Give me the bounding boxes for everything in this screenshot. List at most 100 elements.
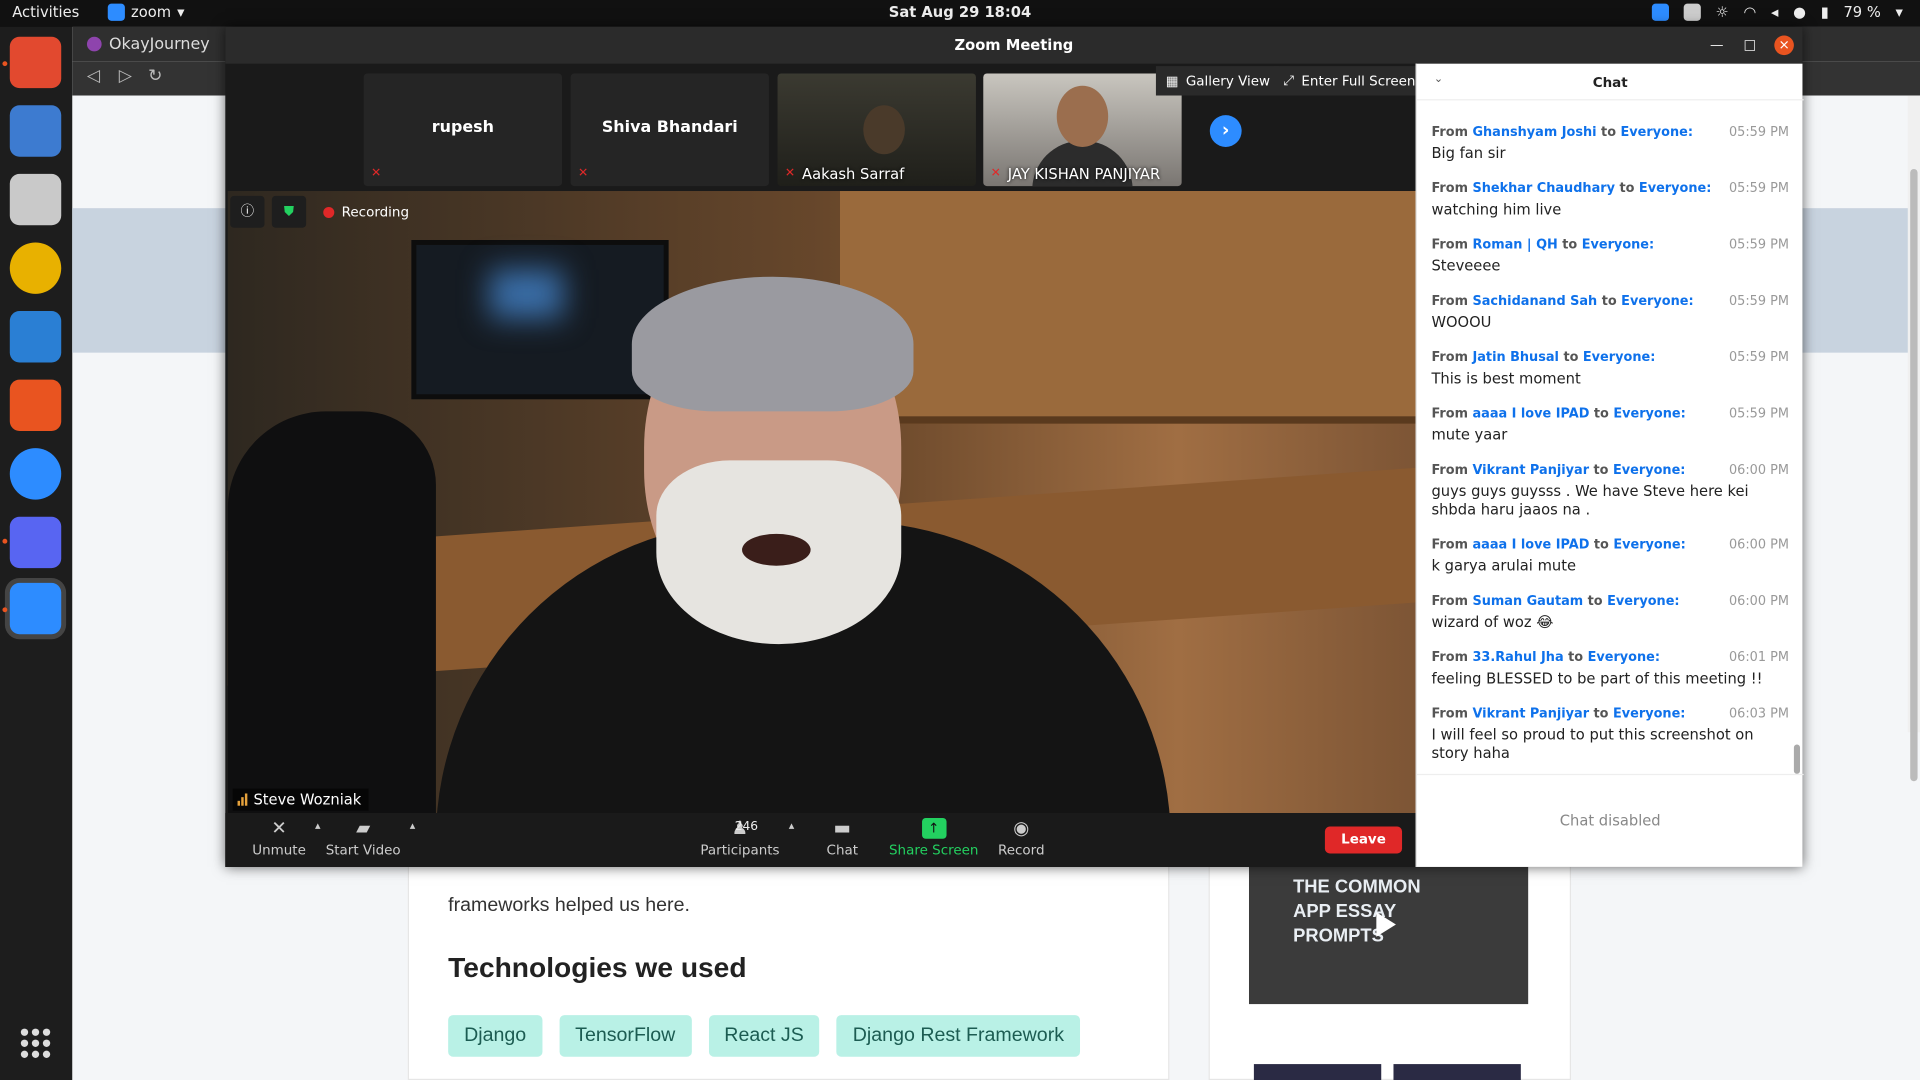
microphone-icon[interactable]: ● <box>1793 4 1806 21</box>
wifi-icon[interactable]: ◠ <box>1744 4 1757 21</box>
chat-sender[interactable]: Ghanshyam Joshi <box>1472 125 1596 140</box>
close-icon[interactable]: × <box>1774 35 1794 56</box>
discord-icon[interactable] <box>9 516 62 569</box>
tag-django[interactable]: Django <box>448 1015 543 1057</box>
tag-react-js[interactable]: React JS <box>708 1015 820 1057</box>
chat-sender[interactable]: aaaa I love IPAD <box>1472 538 1589 553</box>
participant-video-thumbnail[interactable]: ✕ Aakash Sarraf <box>777 73 976 187</box>
chat-sender[interactable]: Sachidanand Sah <box>1472 294 1597 309</box>
share-screen-button[interactable]: ↑ Share Screen <box>889 817 978 858</box>
chevron-up-icon[interactable]: ▴ <box>410 820 416 832</box>
zoom-meeting-window: Zoom Meeting — □ × rupesh ✕ Shiva Bhanda… <box>225 26 1804 867</box>
tag-django-rest-framework[interactable]: Django Rest Framework <box>836 1015 1080 1057</box>
minimize-icon[interactable]: — <box>1707 36 1727 56</box>
help-icon[interactable] <box>9 448 62 500</box>
chat-timestamp: 05:59 PM <box>1728 293 1789 309</box>
brightness-icon[interactable]: ☼ <box>1716 4 1729 21</box>
running-indicator <box>2 538 8 544</box>
related-thumbnail[interactable] <box>1253 1064 1382 1080</box>
page-scrollbar-thumb[interactable] <box>1910 168 1918 782</box>
chat-timestamp: 05:59 PM <box>1728 237 1789 253</box>
video-off-icon: ▰ <box>356 816 371 839</box>
site-favicon <box>86 36 102 52</box>
maximize-icon[interactable]: □ <box>1740 36 1760 56</box>
browser-tab[interactable]: OkayJourney <box>80 29 227 58</box>
chat-from-label: From <box>1431 124 1468 140</box>
back-icon[interactable]: ◁ <box>87 66 100 86</box>
writer-icon[interactable] <box>9 311 62 363</box>
participant-name: JAY KISHAN PANJIYAR <box>1007 165 1161 183</box>
chat-sender[interactable]: Roman | QH <box>1472 238 1557 253</box>
brave-browser-icon[interactable] <box>9 36 62 89</box>
participant-name: Shiva Bhandari <box>601 118 738 138</box>
discord-tray-icon[interactable] <box>1683 3 1701 21</box>
project-description: frameworks helped us here. <box>448 895 690 916</box>
forward-icon[interactable]: ▷ <box>119 66 132 86</box>
video-thumbnail[interactable]: THE COMMON APP ESSAY PROMPTS <box>1248 863 1529 1005</box>
participant-video-thumbnail[interactable]: ✕ JAY KISHAN PANJIYAR <box>983 73 1182 187</box>
thunderbird-icon[interactable] <box>9 105 62 157</box>
participant-thumbnail[interactable]: rupesh ✕ <box>363 73 563 187</box>
chat-message-text: This is best moment <box>1431 369 1581 387</box>
chat-messages[interactable]: From Ghanshyam Joshi to Everyone: 05:59 P… <box>1417 103 1797 774</box>
chat-message: From Vikrant Panjiyar to Everyone: 06:00 … <box>1431 463 1789 519</box>
software-center-icon[interactable] <box>9 379 62 432</box>
chevron-up-icon[interactable]: ▴ <box>315 820 321 832</box>
chat-to-label: to <box>1601 293 1617 309</box>
chat-scrollbar-thumb[interactable] <box>1793 744 1801 774</box>
page-scrollbar[interactable] <box>1907 95 1920 782</box>
running-indicator <box>2 61 8 67</box>
chat-message-text: watching him live <box>1431 200 1562 218</box>
chat-message: From 33.Rahul Jha to Everyone: 06:01 PM fe… <box>1431 650 1789 688</box>
power-menu-icon[interactable]: ▾ <box>1895 4 1902 21</box>
chat-message-text: I will feel so proud to put this screens… <box>1431 726 1754 762</box>
chat-to-label: to <box>1593 406 1609 422</box>
gallery-view-button[interactable]: ▦ Gallery View <box>1155 66 1280 96</box>
active-speaker-video[interactable]: Steve Wozniak <box>227 191 1416 814</box>
chat-sender[interactable]: Shekhar Chaudhary <box>1472 181 1615 196</box>
chevron-up-icon[interactable]: ▴ <box>789 820 795 832</box>
volume-icon[interactable]: ◂ <box>1771 4 1778 21</box>
battery-icon[interactable]: ▮ <box>1821 4 1829 21</box>
speaker-figure <box>742 533 811 566</box>
chat-sender[interactable]: Vikrant Panjiyar <box>1472 463 1589 478</box>
record-button[interactable]: ◉ Record <box>998 817 1045 858</box>
chat-sender[interactable]: Vikrant Panjiyar <box>1472 707 1589 722</box>
system-tray[interactable]: ☼ ◠ ◂ ● ▮ 79 % ▾ <box>1651 3 1903 21</box>
chat-message-text: k garya arulai mute <box>1431 557 1577 575</box>
zoom-dock-icon[interactable] <box>9 582 62 635</box>
gallery-view-label: Gallery View <box>1185 72 1271 89</box>
tag-tensorflow[interactable]: TensorFlow <box>559 1015 692 1057</box>
battery-level: 79 % <box>1843 3 1881 21</box>
rhythmbox-icon[interactable] <box>9 242 62 294</box>
chat-timestamp: 06:00 PM <box>1728 537 1789 553</box>
chat-sender[interactable]: Jatin Bhusal <box>1472 350 1558 365</box>
zoom-tray-icon[interactable] <box>1651 3 1670 21</box>
files-icon[interactable] <box>9 173 62 226</box>
chat-sender[interactable]: 33.Rahul Jha <box>1472 650 1563 665</box>
leave-button[interactable]: Leave <box>1324 826 1403 854</box>
system-clock[interactable]: Sat Aug 29 18:04 <box>0 4 1920 21</box>
chat-recipient: Everyone: <box>1620 124 1693 140</box>
chat-sender[interactable]: aaaa I love IPAD <box>1472 407 1589 422</box>
reload-icon[interactable]: ↻ <box>148 66 162 86</box>
participants-button[interactable]: ♟ 246 Participants ▴ <box>700 817 794 858</box>
info-icon[interactable]: ⓘ <box>230 195 265 228</box>
chat-timestamp: 06:01 PM <box>1728 650 1789 665</box>
next-page-arrow-icon[interactable]: › <box>1209 115 1242 147</box>
chat-recipient: Everyone: <box>1613 406 1686 422</box>
full-screen-button[interactable]: ⤢ Enter Full Screen <box>1273 66 1426 96</box>
chat-message: From Vikrant Panjiyar to Everyone: 06:03 … <box>1431 707 1789 763</box>
chat-button[interactable]: ▬ Chat <box>827 817 858 858</box>
shield-icon[interactable]: ⛊ <box>271 195 307 228</box>
play-icon[interactable] <box>1376 912 1396 937</box>
chat-sender[interactable]: Suman Gautam <box>1472 594 1583 609</box>
participant-thumbnail[interactable]: Shiva Bhandari ✕ <box>570 73 769 187</box>
chat-to-label: to <box>1587 593 1603 609</box>
show-applications-icon[interactable] <box>20 1028 51 1058</box>
chat-from-label: From <box>1431 350 1468 365</box>
start-video-button[interactable]: ▰ Start Video ▴ <box>326 816 416 858</box>
unmute-button[interactable]: ✕ Unmute ▴ <box>252 817 320 858</box>
related-thumbnail[interactable] <box>1393 1064 1521 1080</box>
chat-timestamp: 05:59 PM <box>1728 124 1789 140</box>
